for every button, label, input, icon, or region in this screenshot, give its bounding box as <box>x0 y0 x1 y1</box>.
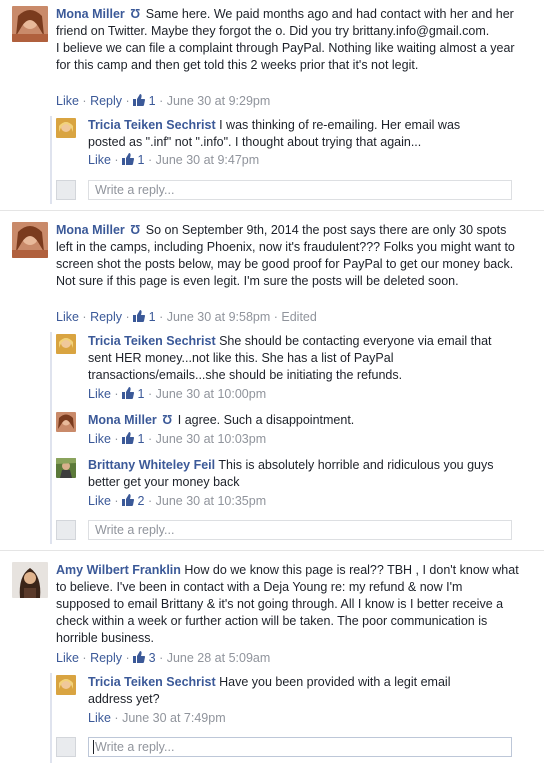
like-link[interactable]: Like <box>88 153 111 167</box>
timestamp[interactable]: June 30 at 10:03pm <box>156 432 267 446</box>
avatar-brittany-feil[interactable] <box>56 458 76 478</box>
comment-body: Amy Wilbert Franklin How do we know this… <box>56 562 520 647</box>
timestamp[interactable]: June 30 at 7:49pm <box>122 711 226 725</box>
like-link[interactable]: Like <box>56 94 79 108</box>
edited-label[interactable]: Edited <box>281 310 316 324</box>
timestamp[interactable]: June 30 at 10:35pm <box>156 494 267 508</box>
verified-flag-icon: Ʊ <box>130 7 141 21</box>
reply-text: I agree. Such a disappointment. <box>177 413 355 427</box>
replies-divider <box>50 673 52 763</box>
comment-text: Same here. We paid months ago and had co… <box>56 7 514 38</box>
like-link[interactable]: Like <box>56 651 79 665</box>
thumbs-up-icon <box>133 651 146 663</box>
current-user-avatar <box>56 180 76 200</box>
replies-divider <box>50 116 52 204</box>
like-link[interactable]: Like <box>88 711 111 725</box>
avatar-amy-franklin[interactable] <box>12 562 48 598</box>
timestamp[interactable]: June 30 at 9:47pm <box>156 153 260 167</box>
comment-body: Mona Miller Ʊ Same here. We paid months … <box>56 6 516 74</box>
thumbs-up-icon <box>122 432 135 444</box>
reply-actions: Like · 1 · June 30 at 9:47pm <box>88 153 260 167</box>
avatar-tricia-sechrist[interactable] <box>56 118 76 138</box>
like-link[interactable]: Like <box>88 432 111 446</box>
reply-author-name[interactable]: Tricia Teiken Sechrist <box>88 118 216 132</box>
like-link[interactable]: Like <box>56 310 79 324</box>
like-count[interactable]: 1 <box>133 310 156 324</box>
write-reply-input[interactable]: Write a reply... <box>88 180 512 200</box>
reply-actions: Like · 1 · June 30 at 10:03pm <box>88 432 267 446</box>
timestamp[interactable]: June 30 at 10:00pm <box>156 387 267 401</box>
verified-flag-icon: Ʊ <box>162 413 173 427</box>
reply-body: Tricia Teiken Sechrist I was thinking of… <box>88 117 500 151</box>
thread-divider <box>0 210 544 211</box>
avatar-mona-miller[interactable] <box>12 6 48 42</box>
current-user-avatar <box>56 737 76 757</box>
like-count[interactable]: 3 <box>133 651 156 665</box>
avatar-mona-miller[interactable] <box>12 222 48 258</box>
thumbs-up-icon <box>133 94 146 106</box>
like-count[interactable]: 2 <box>122 494 145 508</box>
commenter-name[interactable]: Amy Wilbert Franklin <box>56 563 181 577</box>
commenter-name[interactable]: Mona Miller <box>56 7 125 21</box>
comment-actions: Like · Reply · 1 · June 30 at 9:58pm · E… <box>56 310 317 324</box>
like-count[interactable]: 1 <box>122 432 145 446</box>
reply-body: Tricia Teiken Sechrist Have you been pro… <box>88 674 488 708</box>
reply-author-name[interactable]: Mona Miller <box>88 413 157 427</box>
thumbs-up-icon <box>122 494 135 506</box>
thumbs-up-icon <box>122 153 135 165</box>
avatar-tricia-sechrist[interactable] <box>56 334 76 354</box>
like-link[interactable]: Like <box>88 494 111 508</box>
reply-actions: Like · 2 · June 30 at 10:35pm <box>88 494 267 508</box>
thread-divider <box>0 550 544 551</box>
current-user-avatar <box>56 520 76 540</box>
timestamp[interactable]: June 28 at 5:09am <box>167 651 271 665</box>
comment-actions: Like · Reply · 3 · June 28 at 5:09am <box>56 651 271 665</box>
commenter-name[interactable]: Mona Miller <box>56 223 125 237</box>
write-reply-input-active[interactable]: Write a reply... <box>88 737 512 757</box>
like-link[interactable]: Like <box>88 387 111 401</box>
thumbs-up-icon <box>122 387 135 399</box>
timestamp[interactable]: June 30 at 9:29pm <box>167 94 271 108</box>
reply-actions: Like · June 30 at 7:49pm <box>88 711 226 725</box>
reply-author-name[interactable]: Brittany Whiteley Feil <box>88 458 215 472</box>
reply-actions: Like · 1 · June 30 at 10:00pm <box>88 387 267 401</box>
like-count[interactable]: 1 <box>122 387 145 401</box>
thumbs-up-icon <box>133 310 146 322</box>
avatar-tricia-sechrist[interactable] <box>56 675 76 695</box>
like-count[interactable]: 1 <box>133 94 156 108</box>
reply-body: Tricia Teiken Sechrist She should be con… <box>88 333 504 384</box>
write-reply-input[interactable]: Write a reply... <box>88 520 512 540</box>
comment-body: Mona Miller Ʊ So on September 9th, 2014 … <box>56 222 518 290</box>
reply-body: Brittany Whiteley Feil This is absolutel… <box>88 457 504 491</box>
comment-text: So on September 9th, 2014 the post says … <box>56 223 515 288</box>
like-count[interactable]: 1 <box>122 153 145 167</box>
reply-link[interactable]: Reply <box>90 310 122 324</box>
avatar-mona-miller[interactable] <box>56 412 76 432</box>
reply-link[interactable]: Reply <box>90 94 122 108</box>
timestamp[interactable]: June 30 at 9:58pm <box>167 310 271 324</box>
comment-actions: Like · Reply · 1 · June 30 at 9:29pm <box>56 94 271 108</box>
reply-body: Mona Miller Ʊ I agree. Such a disappoint… <box>88 412 504 429</box>
comment-text-continued: I believe we can file a complaint throug… <box>56 41 515 72</box>
verified-flag-icon: Ʊ <box>130 223 141 237</box>
reply-link[interactable]: Reply <box>90 651 122 665</box>
reply-author-name[interactable]: Tricia Teiken Sechrist <box>88 334 216 348</box>
reply-author-name[interactable]: Tricia Teiken Sechrist <box>88 675 216 689</box>
replies-divider <box>50 332 52 544</box>
